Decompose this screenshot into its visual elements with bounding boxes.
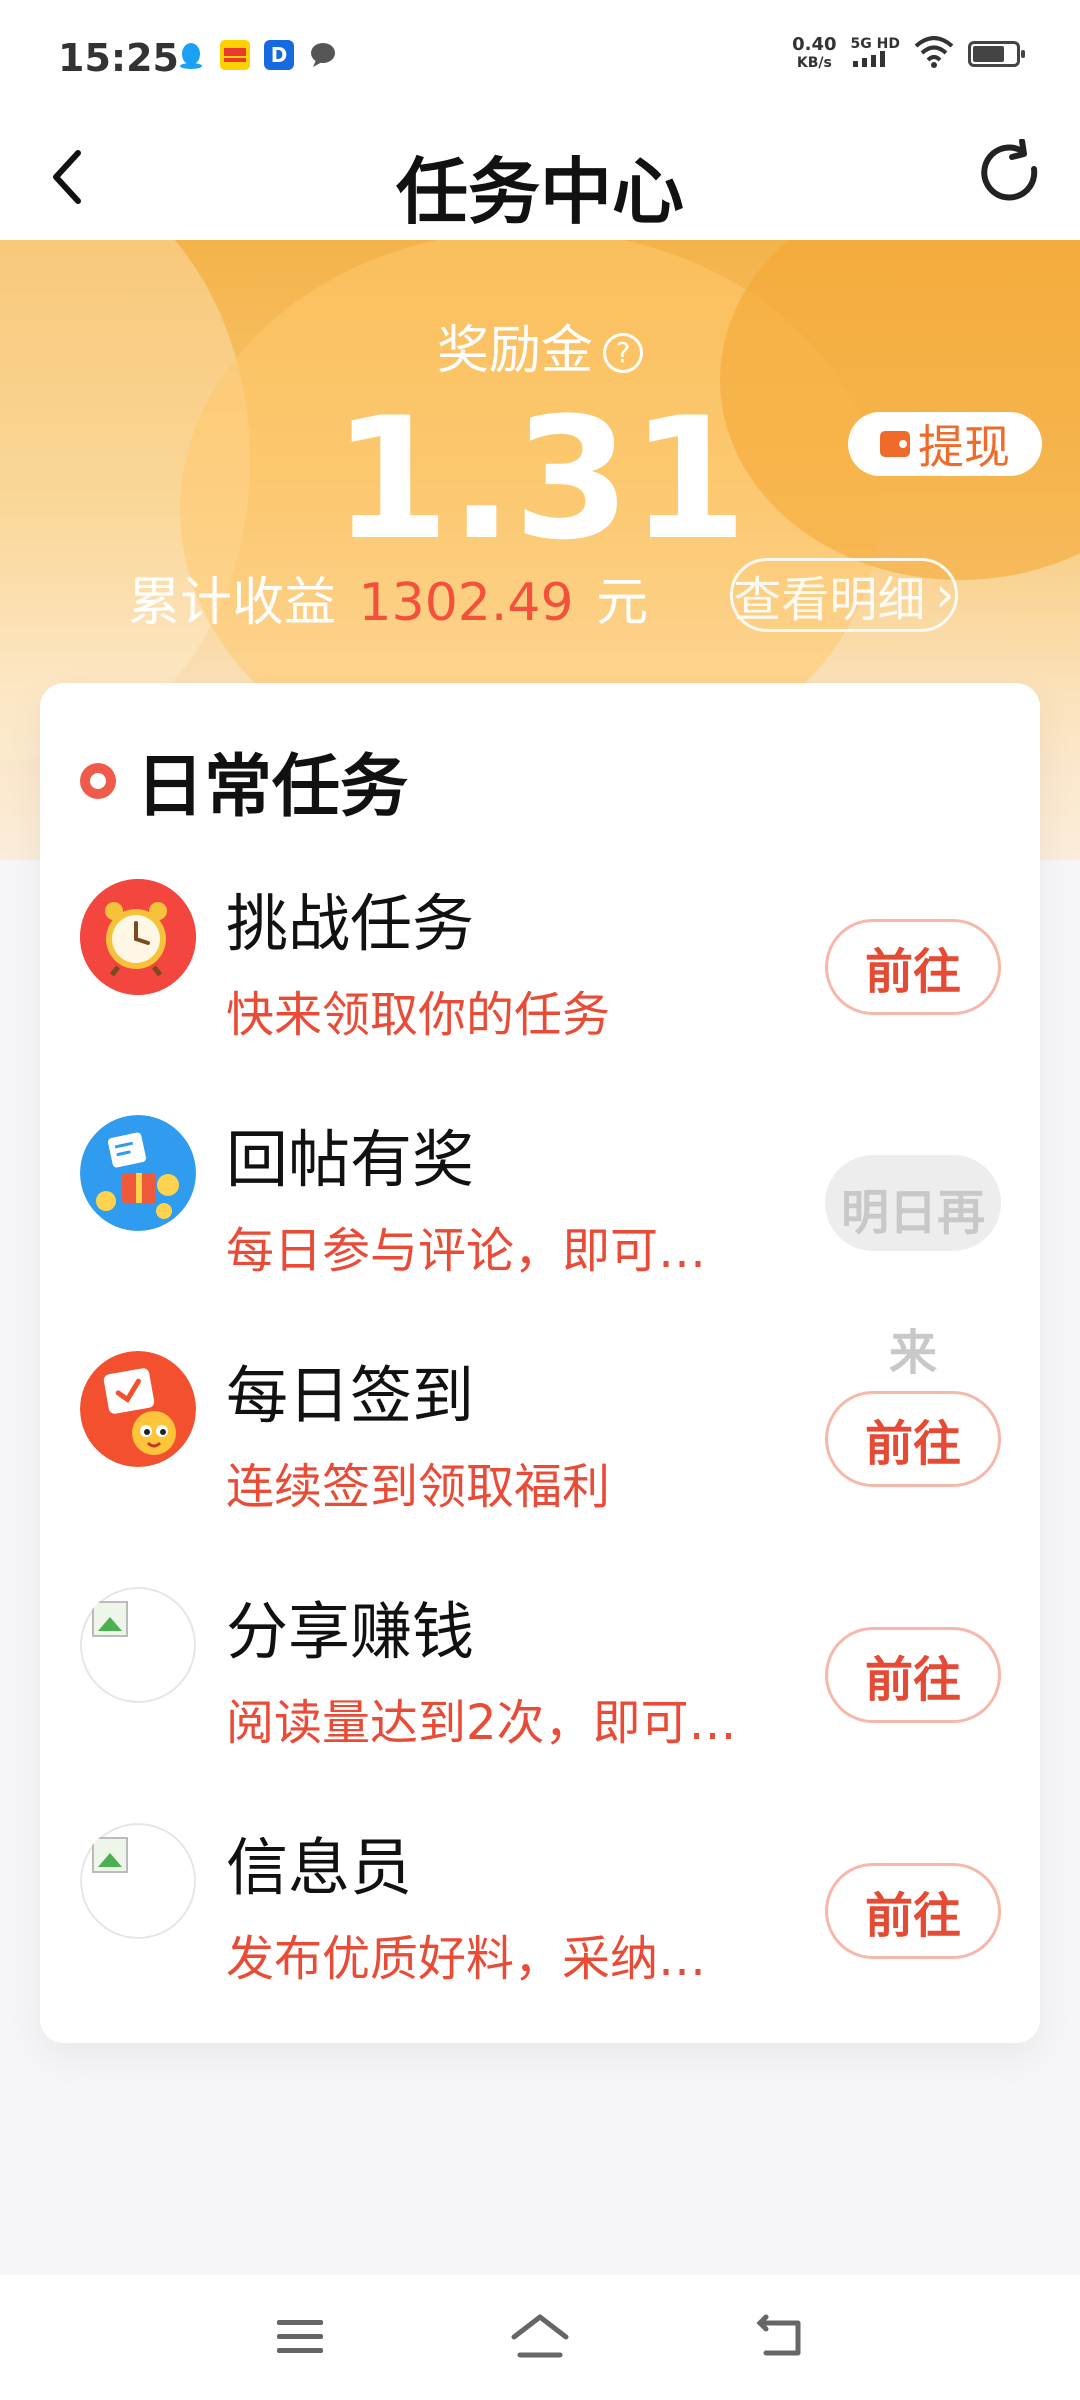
task-title: 挑战任务 [226,887,475,960]
refresh-icon [981,139,1038,201]
net-speed: 0.40 KB/s [792,36,836,72]
chevron-right-icon: › [935,567,955,623]
notification-icons: D [176,40,338,70]
task-go-button[interactable]: 前往 [825,1391,1001,1487]
menu-button[interactable] [260,2301,340,2371]
task-go-button[interactable]: 前往 [825,1627,1001,1723]
calendar-checkin-icon [80,1351,196,1467]
task-item-checkin: 每日签到 连续签到领取福利 前往 [40,1351,1040,1551]
reward-label: 奖励金? [0,308,1080,383]
task-desc: 快来领取你的任务 [226,987,611,1043]
menu-icon [277,2320,323,2353]
task-item-share: 分享赚钱 阅读量达到2次，即可… 前往 [40,1587,1040,1787]
net-speed-unit: KB/s [796,55,832,71]
battery-icon [968,41,1025,67]
task-title: 每日签到 [226,1359,475,1432]
total-earnings-unit: 元 [596,573,649,633]
network-type: 5G HD [850,36,900,52]
task-desc: 发布优质好料，采纳… [226,1931,707,1987]
daily-tasks-card: 日常任务 挑战任务 快来领取你的任务 前往 回帖有奖 每日参与评论，即可… 明日… [40,683,1040,2043]
task-title: 信息员 [226,1831,413,1904]
broken-image-icon [80,1823,196,1939]
wallet-icon [880,431,910,457]
system-nav-bar [0,2275,1080,2400]
task-item-reply-reward: 回帖有奖 每日参与评论，即可… 明日再 来 [40,1115,1040,1381]
section-dot-icon [80,762,116,799]
task-title: 回帖有奖 [226,1123,475,1196]
withdraw-button[interactable]: 提现 [848,412,1042,476]
total-earnings-value: 1302.49 [358,573,574,633]
task-go-button[interactable]: 前往 [825,919,1001,1015]
reply-gift-icon [80,1115,196,1231]
broken-image-icon [80,1587,196,1703]
button-label-line1: 明日再 [840,1185,985,1241]
message-icon [308,40,338,70]
view-detail-label: 查看明细 [733,572,926,628]
net-speed-value: 0.40 [792,34,837,55]
help-icon[interactable]: ? [603,332,643,373]
daily-tasks-title: 日常任务 [136,748,409,827]
home-button[interactable] [500,2301,580,2371]
total-earnings-label: 累计收益 [128,573,337,633]
status-time: 15:25 [58,36,179,80]
page-title: 任务中心 [395,150,684,234]
reward-label-text: 奖励金 [436,321,593,381]
back-nav-button[interactable] [740,2301,820,2371]
total-earnings: 累计收益 1302.49 元 [128,560,648,635]
task-go-button[interactable]: 前往 [825,1863,1001,1959]
daily-tasks-header: 日常任务 [80,731,408,830]
view-detail-button[interactable]: 查看明细 › [730,558,958,632]
task-item-informant: 信息员 发布优质好料，采纳… 前往 [40,1823,1040,2023]
task-title: 分享赚钱 [226,1595,475,1668]
task-item-challenge: 挑战任务 快来领取你的任务 前往 [40,879,1040,1079]
battery-fill [973,46,1004,62]
top-nav: 任务中心 [0,115,1080,240]
task-desc: 每日参与评论，即可… [226,1223,707,1279]
alarm-clock-icon [80,879,196,995]
signal-icon: 5G HD [851,37,900,71]
home-icon [511,2314,569,2358]
task-desc: 阅读量达到2次，即可… [226,1695,737,1751]
status-bar: 15:25 D 0.40 KB/s 5G HD [0,0,1080,115]
wifi-icon [914,36,954,72]
refresh-button[interactable] [970,133,1050,213]
withdraw-label: 提现 [918,420,1010,474]
status-right: 0.40 KB/s 5G HD [792,36,1025,72]
d-app-icon: D [264,40,294,70]
back-icon [756,2314,801,2356]
qq-icon [176,40,206,70]
task-desc: 连续签到领取福利 [226,1459,611,1515]
meituan-icon [220,40,250,70]
come-back-tomorrow-button: 明日再 来 [825,1155,1001,1381]
